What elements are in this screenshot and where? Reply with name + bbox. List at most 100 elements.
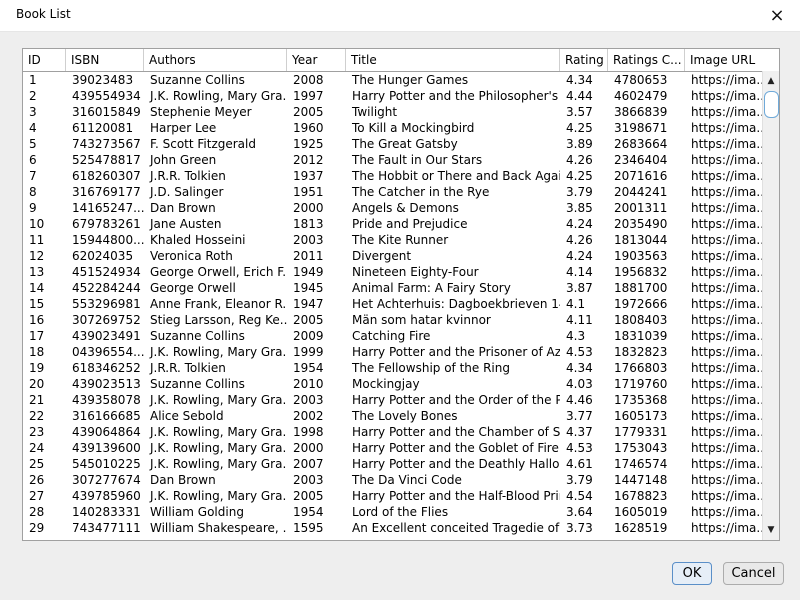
table-cell: 679783261 (72, 217, 141, 231)
table-row[interactable]: 18 04396554... J.K. Rowling, Mary Gra... 19… (23, 344, 763, 360)
table-row[interactable]: 8 316769177 J.D. Salinger 1951 The Catcher i… (23, 184, 763, 200)
table-cell: 1605173 (614, 409, 668, 423)
table-cell: https://ima... (691, 249, 763, 263)
table-row[interactable]: 25 545010225 J.K. Rowling, Mary Gra... 2007… (23, 456, 763, 472)
table-cell: 4602479 (614, 89, 668, 103)
column-header[interactable]: Title (346, 49, 560, 71)
table-cell: F. Scott Fitzgerald (150, 137, 256, 151)
table-cell: 2007 (293, 457, 324, 471)
table-cell: Dan Brown (150, 201, 216, 215)
table-cell: 4.53 (566, 345, 593, 359)
table-row[interactable]: 10 679783261 Jane Austen 1813 Pride and Prej… (23, 216, 763, 232)
table-cell: 15944800... (72, 233, 144, 247)
table-row[interactable]: 4 61120081 Harper Lee 1960 To Kill a Mocking… (23, 120, 763, 136)
table-cell: 7 (29, 169, 37, 183)
column-header[interactable]: Rating (560, 49, 608, 71)
table-row[interactable]: 20 439023513 Suzanne Collins 2010 Mockingjay… (23, 376, 763, 392)
table-row[interactable]: 29 743477111 William Shakespeare, ... 1595 A… (23, 520, 763, 536)
table-cell: 4780653 (614, 73, 668, 87)
table-cell: 2009 (293, 329, 324, 343)
table-cell: https://ima... (691, 201, 763, 215)
table-row[interactable]: 12 62024035 Veronica Roth 2011 Divergent 4.24… (23, 248, 763, 264)
table-row[interactable]: 21 439358078 J.K. Rowling, Mary Gra... 2003… (23, 392, 763, 408)
table-cell: 28 (29, 505, 45, 519)
table-cell: 1808403 (614, 313, 668, 327)
table-cell: J.D. Salinger (150, 185, 224, 199)
table-cell: https://ima... (691, 105, 763, 119)
table-cell: 3.85 (566, 201, 593, 215)
table-row[interactable]: 2 439554934 J.K. Rowling, Mary Gra... 1997 H… (23, 88, 763, 104)
close-icon[interactable]: × (754, 0, 800, 31)
table-row[interactable]: 26 307277674 Dan Brown 2003 The Da Vinci Cod… (23, 472, 763, 488)
table-header: ID ISBN Authors Year Title Rating Ratings C...… (23, 49, 763, 72)
table-cell: https://ima... (691, 233, 763, 247)
table-row[interactable]: 28 140283331 William Golding 1954 Lord of th… (23, 504, 763, 520)
table-cell: 62024035 (72, 249, 134, 263)
table-cell: Twilight (352, 105, 398, 119)
scroll-up-icon[interactable]: ▲ (763, 73, 779, 89)
table-cell: 307277674 (72, 473, 141, 487)
table-cell: Pride and Prejudice (352, 217, 468, 231)
table-row[interactable]: 17 439023491 Suzanne Collins 2009 Catching F… (23, 328, 763, 344)
table-row[interactable]: 7 618260307 J.R.R. Tolkien 1937 The Hobbit o… (23, 168, 763, 184)
table-cell: 3 (29, 105, 37, 119)
table-cell: Het Achterhuis: Dagboekbrieven 14... (352, 297, 560, 311)
table-cell: J.K. Rowling, Mary Gra... (150, 393, 287, 407)
table-cell: 439785960 (72, 489, 141, 503)
table-cell: J.K. Rowling, Mary Gra... (150, 457, 287, 471)
table-cell: 12 (29, 249, 45, 263)
table-row[interactable]: 22 316166685 Alice Sebold 2002 The Lovely Bo… (23, 408, 763, 424)
table-row[interactable]: 15 553296981 Anne Frank, Eleanor R... 1947 H… (23, 296, 763, 312)
table-cell: Alice Sebold (150, 409, 224, 423)
table-cell: 3.73 (566, 521, 593, 535)
table-cell: 61120081 (72, 121, 134, 135)
column-header[interactable]: ID (23, 49, 66, 71)
table-cell: 1719760 (614, 377, 668, 391)
cancel-button[interactable]: Cancel (723, 562, 784, 585)
table-cell: 618260307 (72, 169, 141, 183)
table-cell: 10 (29, 217, 45, 231)
scroll-thumb[interactable] (764, 91, 779, 118)
table-cell: 1 (29, 73, 37, 87)
table-row[interactable]: 24 439139600 J.K. Rowling, Mary Gra... 2000… (23, 440, 763, 456)
table-row[interactable]: 16 307269752 Stieg Larsson, Reg Ke... 2005 M… (23, 312, 763, 328)
table-row[interactable]: 23 439064864 J.K. Rowling, Mary Gra... 1998… (23, 424, 763, 440)
table-cell: 525478817 (72, 153, 141, 167)
table-cell: The Da Vinci Code (352, 473, 462, 487)
column-header[interactable]: Ratings C... (608, 49, 685, 71)
table-cell: 1949 (293, 265, 324, 279)
column-header[interactable]: Year (287, 49, 346, 71)
table-cell: 4.3 (566, 329, 586, 343)
table-cell: 1832823 (614, 345, 668, 359)
table-row[interactable]: 27 439785960 J.K. Rowling, Mary Gra... 2005… (23, 488, 763, 504)
table-cell: Suzanne Collins (150, 329, 245, 343)
table-cell: J.R.R. Tolkien (150, 361, 226, 375)
column-header[interactable]: ISBN (66, 49, 144, 71)
column-header[interactable]: Authors (144, 49, 287, 71)
table-cell: 1746574 (614, 457, 668, 471)
table-row[interactable]: 14 452284244 George Orwell 1945 Animal Farm:… (23, 280, 763, 296)
table-row[interactable]: 1 39023483 Suzanne Collins 2008 The Hunger G… (23, 72, 763, 88)
table-cell: The Fellowship of the Ring (352, 361, 510, 375)
table-row[interactable]: 3 316015849 Stephenie Meyer 2005 Twilight 3.5… (23, 104, 763, 120)
table-row[interactable]: 19 618346252 J.R.R. Tolkien 1954 The Fellow… (23, 360, 763, 376)
table-cell: 743273567 (72, 137, 141, 151)
table-cell: 2010 (293, 377, 324, 391)
scroll-down-icon[interactable]: ▼ (763, 522, 779, 538)
table-cell: 21 (29, 393, 45, 407)
table-cell: 4.11 (566, 313, 593, 327)
column-header[interactable]: Image URL (685, 49, 763, 71)
table-row[interactable]: 5 743273567 F. Scott Fitzgerald 1925 The Gre… (23, 136, 763, 152)
table-cell: https://ima... (691, 441, 763, 455)
table-row[interactable]: 6 525478817 John Green 2012 The Fault in Our… (23, 152, 763, 168)
table-row[interactable]: 9 14165247... Dan Brown 2000 Angels & Demons… (23, 200, 763, 216)
table-cell: Animal Farm: A Fairy Story (352, 281, 511, 295)
vertical-scrollbar[interactable]: ▲ ▼ (762, 71, 779, 540)
table-cell: 16 (29, 313, 45, 327)
table-cell: 2011 (293, 249, 324, 263)
ok-button[interactable]: OK (672, 562, 712, 585)
table-row[interactable]: 11 15944800... Khaled Hosseini 2003 The Kite… (23, 232, 763, 248)
table-cell: 2008 (293, 73, 324, 87)
table-cell: 2346404 (614, 153, 668, 167)
table-row[interactable]: 13 451524934 George Orwell, Erich F... 1949… (23, 264, 763, 280)
